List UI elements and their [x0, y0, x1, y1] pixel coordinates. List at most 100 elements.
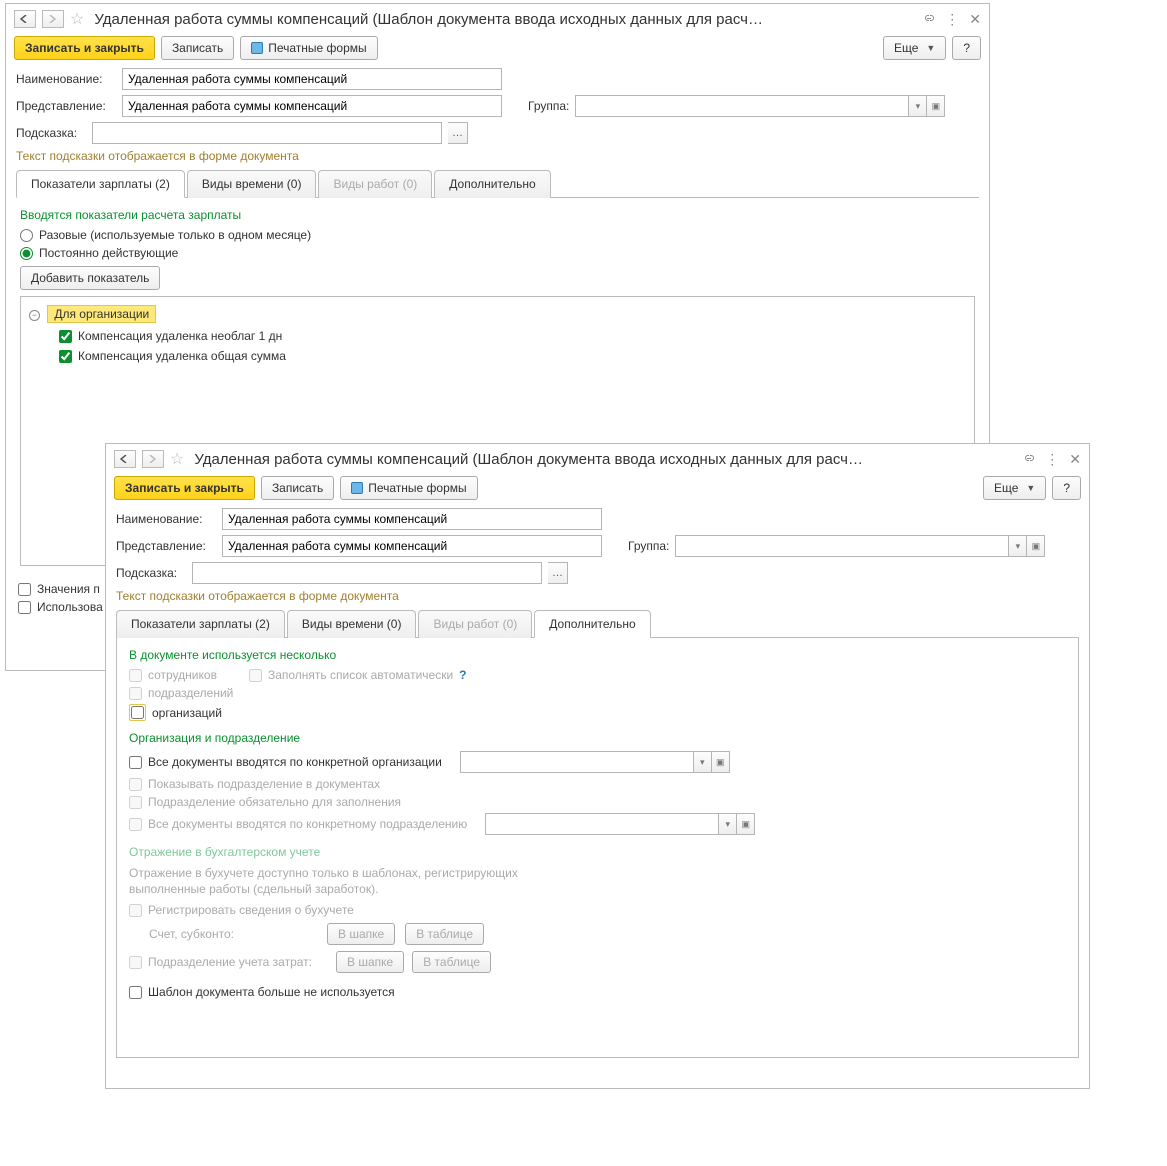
print-label: Печатные формы — [368, 481, 466, 495]
extra-sec3-title: Отражение в бухгалтерском учете — [129, 845, 1066, 859]
help-button[interactable]: ? — [1052, 476, 1081, 500]
ellipsis-button[interactable]: … — [548, 562, 568, 584]
chk-orgs-label: организаций — [152, 706, 222, 720]
hint-label: Подсказка: — [116, 566, 186, 580]
tree-group-label: Для организации — [47, 305, 156, 323]
tab-time[interactable]: Виды времени (0) — [187, 170, 317, 198]
repr-label: Представление: — [116, 539, 216, 553]
tab-work[interactable]: Виды работ (0) — [418, 610, 532, 638]
tab-time[interactable]: Виды времени (0) — [287, 610, 417, 638]
chevron-down-icon[interactable]: ▾ — [908, 96, 926, 116]
name-input[interactable] — [122, 68, 502, 90]
hint-input[interactable] — [92, 122, 442, 144]
hint-note: Текст подсказки отображается в форме док… — [16, 149, 979, 163]
more-button[interactable]: Еще ▼ — [883, 36, 946, 60]
open-icon[interactable]: ▣ — [736, 814, 754, 834]
acct-table-button[interactable]: В таблице — [405, 923, 484, 945]
chevron-down-icon[interactable]: ▾ — [693, 752, 711, 772]
save-close-button[interactable]: Записать и закрыть — [114, 476, 255, 500]
tab-extra[interactable]: Дополнительно — [434, 170, 550, 198]
printer-icon — [351, 482, 363, 494]
acct-header-button[interactable]: В шапке — [327, 923, 395, 945]
arrow-right-icon — [148, 455, 158, 463]
open-icon[interactable]: ▣ — [1026, 536, 1044, 556]
print-button[interactable]: Печатные формы — [340, 476, 477, 500]
nav-back-button[interactable] — [14, 10, 36, 28]
name-input[interactable] — [222, 508, 602, 530]
more-button[interactable]: Еще ▼ — [983, 476, 1046, 500]
printer-icon — [251, 42, 263, 54]
radio-once-label: Разовые (используемые только в одном мес… — [39, 228, 311, 242]
add-indicator-button[interactable]: Добавить показатель — [20, 266, 160, 290]
link-icon[interactable] — [1021, 451, 1035, 468]
link-icon[interactable] — [921, 11, 935, 28]
help-icon[interactable]: ? — [459, 668, 466, 682]
group-select[interactable]: ▾ ▣ — [675, 535, 1045, 557]
ellipsis-button[interactable]: … — [448, 122, 468, 144]
tab-extra-body: В документе используется несколько сотру… — [116, 638, 1079, 1058]
tabs: Показатели зарплаты (2) Виды времени (0)… — [116, 609, 1079, 638]
chevron-down-icon[interactable]: ▾ — [718, 814, 736, 834]
kebab-icon[interactable]: ⋮ — [945, 11, 959, 28]
print-button[interactable]: Печатные формы — [240, 36, 377, 60]
bottom-check-1-label: Значения п — [37, 582, 100, 596]
chk-all-docs-org[interactable] — [129, 756, 142, 769]
bottom-check-1[interactable] — [18, 583, 31, 596]
radio-once[interactable] — [20, 229, 33, 242]
extra-sec2-title: Организация и подразделение — [129, 731, 1066, 745]
open-icon[interactable]: ▣ — [711, 752, 729, 772]
collapse-icon[interactable]: − — [29, 310, 40, 321]
tree-item-1-check[interactable] — [59, 330, 72, 343]
org-select[interactable]: ▾ ▣ — [460, 751, 730, 773]
chk-orgs[interactable] — [131, 706, 144, 719]
tab-work[interactable]: Виды работ (0) — [318, 170, 432, 198]
toolbar: Записать и закрыть Записать Печатные фор… — [6, 34, 989, 68]
tab-salary[interactable]: Показатели зарплаты (2) — [16, 170, 185, 198]
close-icon[interactable]: ✕ — [1069, 451, 1081, 468]
tab-salary[interactable]: Показатели зарплаты (2) — [116, 610, 285, 638]
help-button[interactable]: ? — [952, 36, 981, 60]
arrow-right-icon — [48, 15, 58, 23]
chk-dept-req — [129, 796, 142, 809]
account-label: Счет, субконто: — [149, 927, 319, 941]
favorite-star-icon[interactable]: ☆ — [170, 449, 184, 469]
dept-table-button[interactable]: В таблице — [412, 951, 491, 973]
chk-not-used[interactable] — [129, 986, 142, 999]
more-label: Еще — [894, 41, 918, 55]
repr-input[interactable] — [222, 535, 602, 557]
extra-sec1-title: В документе используется несколько — [129, 648, 1066, 662]
dept-select[interactable]: ▾ ▣ — [485, 813, 755, 835]
chevron-down-icon[interactable]: ▾ — [1008, 536, 1026, 556]
tree-item-2[interactable]: Компенсация удаленка общая сумма — [59, 349, 966, 363]
hint-input[interactable] — [192, 562, 542, 584]
tree-group-row[interactable]: − Для организации — [29, 305, 966, 323]
tree-item-2-check[interactable] — [59, 350, 72, 363]
open-icon[interactable]: ▣ — [926, 96, 944, 116]
radio-permanent[interactable] — [20, 247, 33, 260]
save-button[interactable]: Записать — [261, 476, 334, 500]
chk-reg-accounting — [129, 904, 142, 917]
chk-reg-accounting-label: Регистрировать сведения о бухучете — [148, 903, 354, 917]
nav-forward-button[interactable] — [42, 10, 64, 28]
nav-back-button[interactable] — [114, 450, 136, 468]
tree-item-1[interactable]: Компенсация удаленка необлаг 1 дн — [59, 329, 966, 343]
chk-orgs-highlight — [129, 704, 146, 721]
favorite-star-icon[interactable]: ☆ — [70, 9, 84, 29]
hint-label: Подсказка: — [16, 126, 86, 140]
kebab-icon[interactable]: ⋮ — [1045, 451, 1059, 468]
repr-input[interactable] — [122, 95, 502, 117]
group-select[interactable]: ▾ ▣ — [575, 95, 945, 117]
chk-depts — [129, 687, 142, 700]
save-button[interactable]: Записать — [161, 36, 234, 60]
radio-permanent-label: Постоянно действующие — [39, 246, 178, 260]
nav-forward-button[interactable] — [142, 450, 164, 468]
tab-extra[interactable]: Дополнительно — [534, 610, 650, 638]
dept-header-button[interactable]: В шапке — [336, 951, 404, 973]
extra-sec3-note: Отражение в бухучете доступно только в ш… — [129, 865, 559, 897]
close-icon[interactable]: ✕ — [969, 11, 981, 28]
chk-employees-label: сотрудников — [148, 668, 217, 682]
chk-depts-label: подразделений — [148, 686, 233, 700]
bottom-check-2[interactable] — [18, 601, 31, 614]
group-label: Группа: — [628, 539, 669, 553]
save-close-button[interactable]: Записать и закрыть — [14, 36, 155, 60]
